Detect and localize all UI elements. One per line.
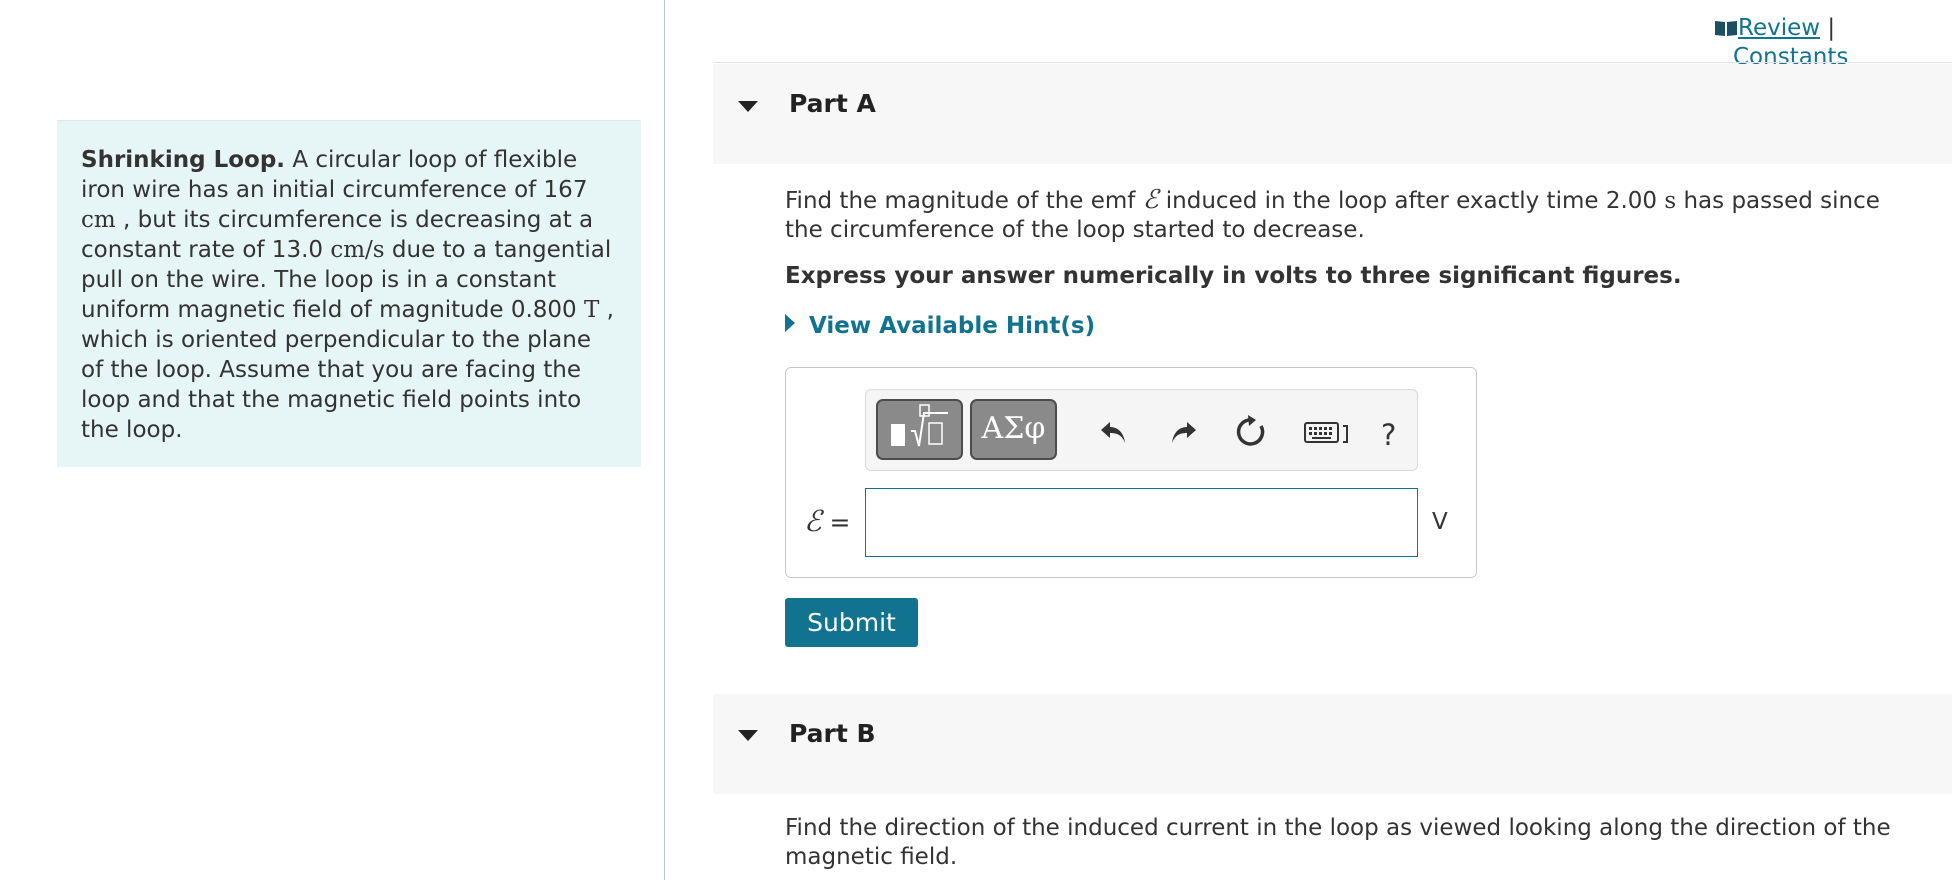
question-text-2: induced in the loop after exactly time 2… [1158, 188, 1665, 214]
answer-instruction: Express your answer numerically in volts… [785, 263, 1682, 289]
reset-icon[interactable] [1234, 414, 1270, 450]
answer-label: ℰ = [804, 504, 850, 538]
book-icon [1715, 21, 1737, 36]
part-a-title: Part A [789, 89, 876, 118]
expand-triangle-icon [785, 314, 795, 332]
templates-icon [891, 404, 948, 447]
redo-icon[interactable] [1167, 416, 1199, 448]
unit-tesla: T [583, 297, 600, 323]
help-button[interactable]: ? [1381, 418, 1396, 452]
answer-input[interactable] [865, 488, 1418, 557]
undo-icon[interactable] [1098, 416, 1130, 448]
templates-button[interactable] [876, 399, 963, 460]
collapse-caret-icon[interactable] [738, 101, 758, 112]
problem-statement: Shrinking Loop. A circular loop of flexi… [57, 120, 641, 467]
keyboard-icon[interactable] [1303, 418, 1355, 448]
review-link[interactable]: Review [1714, 15, 1820, 41]
link-separator: | [1827, 15, 1836, 41]
answer-unit: V [1432, 509, 1448, 535]
part-b-question: Find the direction of the induced curren… [785, 815, 1891, 870]
problem-title: Shrinking Loop. [81, 147, 286, 173]
part-a-header[interactable]: Part A [713, 64, 1952, 164]
math-toolbar: ΑΣφ ? [865, 389, 1418, 471]
submit-button[interactable]: Submit [785, 598, 918, 647]
top-divider [713, 62, 1952, 63]
problem-panel: Shrinking Loop. A circular loop of flexi… [0, 0, 665, 880]
part-a-question: Find the magnitude of the emf ℰ induced … [785, 186, 1905, 245]
answer-label-symbol: ℰ [804, 504, 822, 538]
answer-area: ΑΣφ ? ℰ = V [785, 367, 1477, 578]
view-hints-toggle[interactable]: View Available Hint(s) [785, 313, 1095, 339]
unit-cm-per-s: cm/s [330, 237, 385, 263]
collapse-caret-icon[interactable] [738, 730, 758, 741]
answer-label-equals: = [821, 508, 851, 537]
question-text-1: Find the magnitude of the emf [785, 188, 1143, 214]
unit-cm: cm [81, 207, 116, 233]
hint-label: View Available Hint(s) [809, 313, 1096, 339]
unit-seconds: s [1664, 188, 1677, 214]
review-link-label: Review [1738, 15, 1821, 41]
part-b-title: Part B [789, 719, 876, 748]
greek-symbols-button[interactable]: ΑΣφ [970, 399, 1057, 460]
emf-symbol: ℰ [1142, 185, 1159, 215]
part-b-header[interactable]: Part B [713, 694, 1952, 794]
